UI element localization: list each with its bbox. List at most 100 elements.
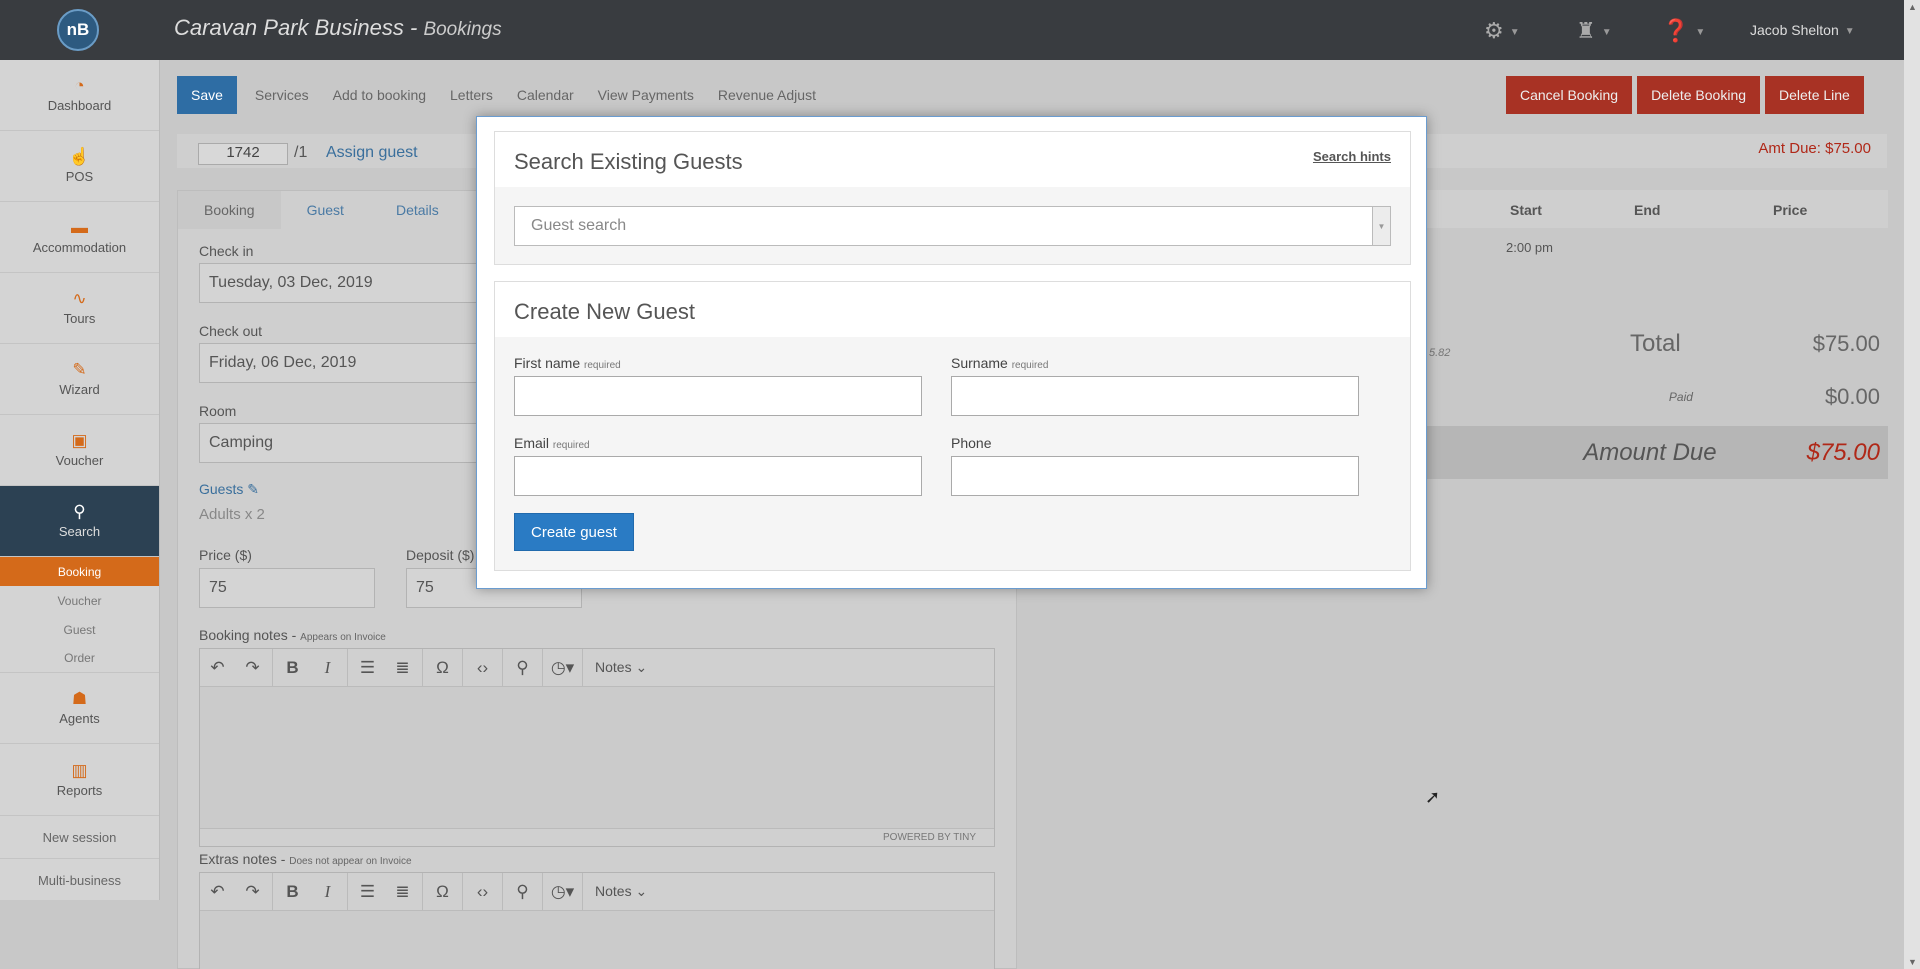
price-label: Price ($) bbox=[199, 547, 252, 563]
checkin-label: Check in bbox=[199, 243, 254, 259]
code-icon[interactable]: ‹› bbox=[465, 658, 500, 678]
clock-icon[interactable]: ◷▾ bbox=[545, 658, 580, 678]
notes-dropdown[interactable]: Notes ⌄ bbox=[585, 883, 657, 900]
notes-dropdown[interactable]: Notes ⌄ bbox=[585, 659, 657, 676]
sidebar-item-label: Search bbox=[58, 524, 101, 539]
find-icon[interactable]: ⚲ bbox=[505, 882, 540, 902]
guest-search-input[interactable]: Guest search ▼ bbox=[514, 206, 1391, 246]
app-logo[interactable]: nB bbox=[57, 9, 99, 51]
bullet-list-icon[interactable]: ☰ bbox=[350, 882, 385, 902]
undo-icon[interactable]: ↶ bbox=[200, 882, 235, 902]
agent-menu[interactable]: ♜ ▼ bbox=[1576, 18, 1612, 44]
editor-body[interactable] bbox=[200, 687, 994, 828]
sidebar-subitem-guest[interactable]: Guest bbox=[0, 615, 159, 644]
scroll-down-icon[interactable]: ▼ bbox=[1908, 957, 1917, 967]
first-name-field[interactable] bbox=[514, 376, 922, 416]
surname-field[interactable] bbox=[951, 376, 1359, 416]
top-bar: nB Caravan Park Business - Bookings ⚙ ▼ ♜… bbox=[0, 0, 1904, 60]
bullet-list-icon[interactable]: ☰ bbox=[350, 658, 385, 678]
sidebar-item-dashboard[interactable]: ◔ Dashboard bbox=[0, 60, 159, 131]
tab-booking[interactable]: Booking bbox=[178, 191, 281, 229]
find-icon[interactable]: ⚲ bbox=[505, 658, 540, 678]
sidebar-subitem-voucher[interactable]: Voucher bbox=[0, 586, 159, 615]
create-guest-button[interactable]: Create guest bbox=[514, 513, 634, 551]
booking-toolbar: Save Services Add to booking Letters Cal… bbox=[177, 76, 828, 114]
checkout-field[interactable]: Friday, 06 Dec, 2019 bbox=[199, 343, 519, 383]
total-value: $75.00 bbox=[1812, 331, 1880, 356]
sidebar-item-voucher[interactable]: ▣ Voucher bbox=[0, 415, 159, 486]
sidebar-item-search[interactable]: ⚲ Search bbox=[0, 486, 159, 557]
paid-value: $0.00 bbox=[1824, 384, 1880, 409]
user-menu[interactable]: Jacob Shelton ▼ bbox=[1750, 22, 1855, 38]
toolbar-divider bbox=[502, 648, 503, 687]
first-name-label-text: First name bbox=[514, 355, 581, 371]
price-input[interactable]: 75 bbox=[199, 568, 375, 608]
phone-field[interactable] bbox=[951, 456, 1359, 496]
revenue-adjust-button[interactable]: Revenue Adjust bbox=[706, 76, 828, 114]
sidebar-item-reports[interactable]: ▥ Reports bbox=[0, 744, 159, 815]
italic-icon[interactable]: I bbox=[310, 658, 345, 678]
scroll-up-icon[interactable]: ▲ bbox=[1908, 2, 1917, 12]
app-title-text: Caravan Park Business - bbox=[174, 15, 424, 40]
editor-body[interactable] bbox=[200, 911, 994, 969]
clock-icon[interactable]: ◷▾ bbox=[545, 882, 580, 902]
sidebar-subitem-order[interactable]: Order bbox=[0, 644, 159, 673]
extras-notes-label-text: Extras notes - bbox=[199, 851, 290, 867]
surname-label: Surname required bbox=[951, 355, 1048, 371]
toolbar-divider bbox=[462, 648, 463, 687]
save-button[interactable]: Save bbox=[177, 76, 237, 114]
cancel-booking-button[interactable]: Cancel Booking bbox=[1506, 76, 1633, 114]
search-hints-link[interactable]: Search hints bbox=[1313, 149, 1391, 164]
booking-number-field[interactable]: 1742 bbox=[198, 143, 288, 165]
sidebar-item-label: Tours bbox=[63, 311, 96, 326]
assign-guest-link[interactable]: Assign guest bbox=[326, 144, 418, 162]
add-to-booking-button[interactable]: Add to booking bbox=[321, 76, 438, 114]
bold-icon[interactable]: B bbox=[275, 658, 310, 678]
sidebar-item-accommodation[interactable]: ▬ Accommodation bbox=[0, 202, 159, 273]
redo-icon[interactable]: ↷ bbox=[235, 882, 270, 902]
create-guest-section: Create New Guest First name required Sur… bbox=[494, 281, 1411, 571]
room-label: Room bbox=[199, 403, 237, 419]
special-char-icon[interactable]: Ω bbox=[425, 882, 460, 902]
services-button[interactable]: Services bbox=[243, 76, 321, 114]
redo-icon[interactable]: ↷ bbox=[235, 658, 270, 678]
undo-icon[interactable]: ↶ bbox=[200, 658, 235, 678]
sidebar-item-wizard[interactable]: ✎ Wizard bbox=[0, 344, 159, 415]
special-char-icon[interactable]: Ω bbox=[425, 658, 460, 678]
checkin-field[interactable]: Tuesday, 03 Dec, 2019 bbox=[199, 263, 519, 303]
booking-notes-editor: ↶ ↷ B I ☰ ≣ Ω ‹› ⚲ ◷▾ Notes ⌄ POWERED BY… bbox=[199, 648, 995, 847]
italic-icon[interactable]: I bbox=[310, 882, 345, 902]
sidebar-new-session[interactable]: New session bbox=[0, 815, 159, 858]
user-icon: ☗ bbox=[71, 689, 88, 708]
calendar-button[interactable]: Calendar bbox=[505, 76, 586, 114]
bold-icon[interactable]: B bbox=[275, 882, 310, 902]
tab-details[interactable]: Details bbox=[370, 191, 465, 229]
view-payments-button[interactable]: View Payments bbox=[586, 76, 706, 114]
sidebar-item-pos[interactable]: ☝ POS bbox=[0, 131, 159, 202]
settings-menu[interactable]: ⚙ ▼ bbox=[1484, 18, 1520, 44]
page-scrollbar[interactable]: ▲ ▼ bbox=[1904, 0, 1920, 969]
delete-line-button[interactable]: Delete Line bbox=[1765, 76, 1864, 114]
sidebar-item-label: Agents bbox=[59, 711, 100, 726]
bed-icon: ▬ bbox=[71, 218, 88, 237]
guests-edit-link[interactable]: Guests ✎ bbox=[199, 481, 259, 498]
paid-label: Paid bbox=[1668, 390, 1693, 404]
numbered-list-icon[interactable]: ≣ bbox=[385, 658, 420, 678]
total-label: Total bbox=[1630, 330, 1681, 357]
page-title: Caravan Park Business - Bookings bbox=[174, 15, 502, 41]
sidebar-multi-business[interactable]: Multi-business bbox=[0, 858, 159, 901]
sidebar-subitem-booking[interactable]: Booking bbox=[0, 557, 159, 586]
search-icon: ⚲ bbox=[73, 502, 86, 521]
sidebar-item-tours[interactable]: ∿ Tours bbox=[0, 273, 159, 344]
email-field[interactable] bbox=[514, 456, 922, 496]
letters-button[interactable]: Letters bbox=[438, 76, 505, 114]
code-icon[interactable]: ‹› bbox=[465, 882, 500, 902]
sidebar-item-agents[interactable]: ☗ Agents bbox=[0, 673, 159, 744]
dropdown-arrow-icon[interactable]: ▼ bbox=[1372, 207, 1390, 245]
sidebar-item-label: POS bbox=[65, 169, 94, 184]
delete-booking-button[interactable]: Delete Booking bbox=[1637, 76, 1761, 114]
help-menu[interactable]: ❓ ▼ bbox=[1662, 18, 1705, 44]
numbered-list-icon[interactable]: ≣ bbox=[385, 882, 420, 902]
room-field[interactable]: Camping bbox=[199, 423, 519, 463]
tab-guest[interactable]: Guest bbox=[281, 191, 370, 229]
